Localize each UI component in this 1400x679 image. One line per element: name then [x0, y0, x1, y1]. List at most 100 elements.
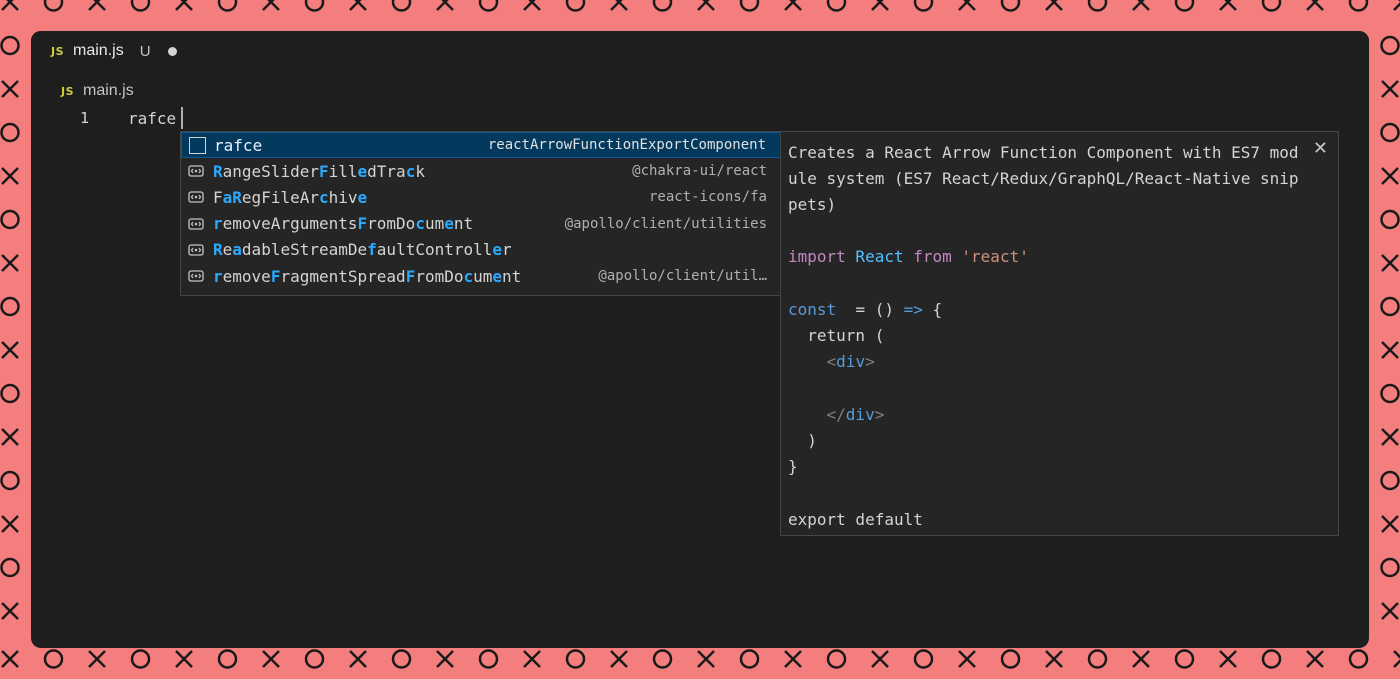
line-code[interactable]: rafce: [128, 109, 176, 128]
x-mark-icon: [697, 0, 715, 11]
o-mark-icon: [304, 0, 325, 12]
tab-main-js[interactable]: JS main.js U: [31, 31, 206, 71]
x-mark-icon: [1132, 650, 1150, 668]
o-mark-icon: [0, 557, 20, 578]
o-mark-icon: [652, 0, 673, 12]
suggestion-widget[interactable]: rafce reactArrowFunctionExportComponent Ra…: [180, 131, 782, 296]
module-icon: [186, 161, 206, 181]
o-mark-icon: [0, 470, 20, 491]
x-mark-icon: [1381, 428, 1399, 446]
code-line: export default: [788, 509, 923, 529]
untracked-status-badge: U: [139, 42, 151, 60]
x-mark-icon: [88, 0, 106, 11]
x-mark-icon: [1132, 0, 1150, 11]
o-mark-icon: [1380, 557, 1400, 578]
o-mark-icon: [826, 0, 847, 12]
suggestion-label: ReadableStreamDefaultController: [213, 240, 512, 260]
x-mark-icon: [697, 650, 715, 668]
x-mark-icon: [1, 80, 19, 98]
x-mark-icon: [1, 428, 19, 446]
suggestion-label: FaRegFileArchive: [213, 187, 368, 207]
o-mark-icon: [1380, 209, 1400, 230]
o-mark-icon: [1348, 649, 1369, 669]
o-mark-icon: [1261, 649, 1282, 669]
suggestion-detail: reactArrowFunctionExportComponent: [487, 137, 766, 154]
module-icon: [186, 214, 206, 234]
module-icon: [186, 240, 206, 260]
o-mark-icon: [1000, 0, 1021, 12]
suggestion-detail: @apollo/client/utilities: [564, 215, 767, 232]
breadcrumb[interactable]: JS main.js: [61, 81, 134, 101]
o-mark-icon: [478, 0, 499, 12]
unsaved-dot-icon[interactable]: [167, 46, 177, 56]
snippet-description: Creates a React Arrow Function Component…: [788, 143, 1299, 214]
o-mark-icon: [0, 296, 20, 317]
code-line: const = () => {: [788, 299, 943, 319]
suggestion-item[interactable]: RangeSliderFilledTrack @chakra-ui/react: [181, 158, 781, 184]
x-mark-icon: [784, 650, 802, 668]
o-mark-icon: [913, 0, 934, 12]
x-mark-icon: [1393, 650, 1400, 668]
javascript-file-icon: JS: [51, 44, 65, 58]
x-mark-icon: [1381, 167, 1399, 185]
x-mark-icon: [262, 650, 280, 668]
editor-window: JS main.js U JS main.js 1 rafce rafce rea…: [31, 31, 1369, 648]
x-mark-icon: [1393, 0, 1400, 11]
suggestion-item[interactable]: removeFragmentSpreadFromDocument @apollo/…: [181, 263, 781, 289]
o-mark-icon: [565, 649, 586, 669]
suggestion-item[interactable]: rafce reactArrowFunctionExportComponent: [181, 132, 781, 159]
code-line: ): [788, 431, 817, 451]
suggestion-detail: @chakra-ui/react: [632, 163, 767, 180]
snippet-icon: [187, 135, 207, 155]
x-mark-icon: [871, 650, 889, 668]
suggestion-item[interactable]: ReadableStreamDefaultController: [181, 237, 781, 263]
o-mark-icon: [1380, 383, 1400, 404]
suggestion-detail: @apollo/client/util…: [598, 268, 767, 285]
o-mark-icon: [1348, 0, 1369, 12]
module-icon: [186, 266, 206, 286]
x-mark-icon: [1, 650, 19, 668]
o-mark-icon: [0, 383, 20, 404]
breadcrumb-filename[interactable]: main.js: [83, 82, 134, 100]
x-mark-icon: [1045, 0, 1063, 11]
x-mark-icon: [523, 650, 541, 668]
suggestion-item[interactable]: removeArgumentsFromDocument @apollo/clien…: [181, 211, 781, 237]
snippet-code-preview: import React from 'react' const = () => …: [788, 244, 1029, 533]
x-mark-icon: [1219, 0, 1237, 11]
o-mark-icon: [0, 122, 20, 143]
o-mark-icon: [1380, 296, 1400, 317]
close-icon[interactable]: ✕: [1313, 138, 1328, 159]
module-icon: [186, 187, 206, 207]
o-mark-icon: [43, 0, 64, 12]
o-mark-icon: [1380, 35, 1400, 56]
o-mark-icon: [1380, 122, 1400, 143]
tab-bar: JS main.js U: [31, 31, 1369, 71]
x-mark-icon: [958, 0, 976, 11]
x-mark-icon: [262, 0, 280, 11]
tab-filename: main.js: [73, 42, 124, 59]
x-mark-icon: [1, 0, 19, 11]
x-mark-icon: [1, 341, 19, 359]
x-mark-icon: [1, 254, 19, 272]
x-mark-icon: [1306, 650, 1324, 668]
o-mark-icon: [391, 649, 412, 669]
x-mark-icon: [610, 650, 628, 668]
o-mark-icon: [1000, 649, 1021, 669]
o-mark-icon: [0, 35, 20, 56]
suggestion-item[interactable]: FaRegFileArchive react-icons/fa: [181, 184, 781, 210]
x-mark-icon: [1219, 650, 1237, 668]
editor-line[interactable]: 1 rafce: [31, 107, 1369, 131]
x-mark-icon: [175, 0, 193, 11]
o-mark-icon: [739, 0, 760, 12]
o-mark-icon: [1261, 0, 1282, 12]
suggestion-label: RangeSliderFilledTrack: [213, 161, 425, 181]
x-mark-icon: [958, 650, 976, 668]
o-mark-icon: [43, 649, 64, 669]
code-line: <div>: [826, 352, 875, 372]
text-cursor: [181, 107, 183, 129]
x-mark-icon: [88, 650, 106, 668]
x-mark-icon: [1, 167, 19, 185]
x-mark-icon: [1381, 80, 1399, 98]
